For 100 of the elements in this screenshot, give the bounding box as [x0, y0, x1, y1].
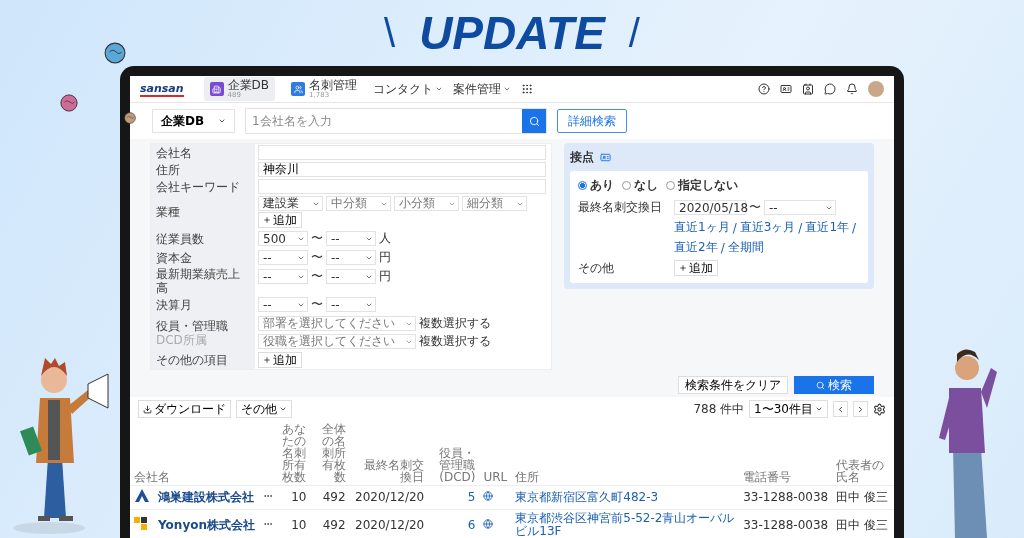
- text-field[interactable]: 神奈川: [258, 162, 546, 177]
- period-link[interactable]: 全期間: [727, 239, 764, 256]
- caret-icon: [218, 117, 227, 125]
- dropdown[interactable]: --: [258, 250, 308, 265]
- company-logo-icon: [134, 488, 150, 504]
- advanced-search-button[interactable]: 詳細検索: [557, 109, 628, 133]
- dropdown[interactable]: 役職を選択してください: [258, 334, 416, 349]
- planet-drawing: [60, 94, 78, 112]
- contact-card-icon[interactable]: [802, 83, 814, 95]
- column-header: 全体の名刺所有枚数: [321, 422, 346, 484]
- period-link[interactable]: 直近1年: [805, 219, 849, 236]
- plus-icon: [263, 356, 271, 364]
- dropdown[interactable]: --: [326, 231, 376, 246]
- add-button[interactable]: 追加: [258, 352, 302, 368]
- company-link[interactable]: 鴻巣建設株式会社: [158, 490, 254, 504]
- chevron-right-icon: [856, 404, 865, 414]
- chevron-left-icon: [836, 404, 845, 414]
- add-button[interactable]: 追加: [674, 260, 718, 276]
- logo: sansan: [140, 81, 184, 97]
- company-link[interactable]: Yonyon株式会社: [158, 517, 255, 532]
- tilde-text: 〜: [311, 230, 323, 247]
- tilde-text: 〜: [311, 296, 323, 313]
- plus-icon: [263, 216, 271, 224]
- condition-label: 従業員数: [156, 231, 205, 246]
- search-button[interactable]: 検索: [794, 376, 874, 394]
- search-field[interactable]: 1会社名を入力: [245, 108, 548, 134]
- column-header: URL: [483, 470, 508, 484]
- text-field[interactable]: [258, 145, 546, 160]
- company-logo-icon: [134, 516, 148, 531]
- globe-icon[interactable]: [483, 491, 494, 501]
- card-icon[interactable]: [780, 83, 792, 95]
- radio-option[interactable]: 指定しない: [666, 177, 738, 194]
- column-header: 役員・管理職(DCD): [439, 446, 476, 484]
- nav-menu[interactable]: コンタクト: [373, 80, 444, 98]
- condition-label: その他の項目: [156, 353, 229, 367]
- dropdown[interactable]: 小分類: [394, 196, 459, 211]
- dropdown[interactable]: --: [258, 297, 308, 312]
- table-cell: 田中 俊三: [836, 490, 888, 504]
- period-link[interactable]: 直近2年: [674, 239, 718, 256]
- dropdown[interactable]: 中分類: [326, 196, 391, 211]
- result-count: 788 件中: [693, 400, 745, 418]
- caret-icon: [503, 85, 512, 93]
- radio-option[interactable]: あり: [578, 177, 614, 194]
- table-cell: 10: [291, 490, 307, 504]
- column-header: 会社名: [134, 470, 170, 484]
- unit-text: 人: [379, 230, 391, 247]
- page-range-dropdown[interactable]: 1〜30件目: [749, 400, 828, 418]
- dropdown[interactable]: --: [326, 269, 376, 284]
- condition-label: 決算月: [156, 297, 193, 312]
- search-button[interactable]: [522, 109, 547, 133]
- help-icon[interactable]: [758, 83, 770, 95]
- radio-option[interactable]: なし: [622, 177, 658, 194]
- table-cell: 492: [322, 517, 346, 532]
- text-field[interactable]: [258, 179, 546, 194]
- apps-grid-icon[interactable]: [521, 83, 534, 95]
- planet-drawing: [124, 112, 136, 124]
- globe-icon[interactable]: [483, 518, 494, 529]
- separator-text: /: [732, 220, 737, 235]
- dropdown[interactable]: 500: [258, 231, 308, 246]
- condition-label: 役員・管理職: [156, 318, 229, 333]
- add-button[interactable]: 追加: [258, 212, 302, 228]
- bell-icon[interactable]: [846, 83, 858, 95]
- table-cell: 2020/12/20: [355, 490, 425, 504]
- more-dropdown[interactable]: その他: [236, 400, 292, 418]
- dropdown[interactable]: 部署を選択してください: [258, 316, 416, 331]
- unit-text: 円: [379, 249, 391, 266]
- clear-button[interactable]: 検索条件をクリア: [678, 376, 788, 394]
- field-label: 最終名刺交換日: [578, 199, 663, 216]
- address-link[interactable]: 東京都新宿区富久町482-3: [515, 491, 736, 504]
- dropdown[interactable]: --: [326, 250, 376, 265]
- panel-title: 接点: [570, 149, 594, 166]
- date-dropdown[interactable]: 2020/05/18: [674, 200, 746, 215]
- column-header: あなたの名刺所有枚数: [282, 422, 307, 484]
- table-cell: 33-1288-0038: [743, 490, 829, 504]
- dropdown[interactable]: --: [326, 297, 376, 312]
- download-button[interactable]: ダウンロード: [138, 400, 231, 418]
- table-cell: 5: [467, 490, 476, 504]
- card-icon: [600, 152, 611, 163]
- table-cell: 6: [467, 517, 476, 532]
- plus-icon: [679, 264, 687, 272]
- nav-menu[interactable]: 案件管理: [453, 80, 512, 98]
- date-dropdown[interactable]: --: [764, 200, 836, 215]
- period-link[interactable]: 直近3ヶ月: [739, 219, 796, 236]
- column-header: 住所: [515, 470, 540, 484]
- condition-label: 会社キーワード: [156, 179, 241, 194]
- period-link[interactable]: 直近1ヶ月: [674, 219, 730, 236]
- separator-text: /: [798, 220, 803, 235]
- dropdown[interactable]: --: [258, 269, 308, 284]
- dropdown[interactable]: 建設業: [258, 196, 323, 211]
- caret-icon: [815, 405, 823, 413]
- address-link[interactable]: 東京都渋谷区神宮前5-52-2青山オーバルビル13F: [515, 512, 736, 538]
- table-cell: 2020/12/20: [355, 517, 425, 532]
- scope-dropdown[interactable]: 企業DB: [152, 109, 236, 133]
- tilde-text: 〜: [311, 268, 323, 285]
- settings-icon[interactable]: [873, 402, 886, 416]
- dropdown[interactable]: 細分類: [462, 196, 527, 211]
- caret-icon: [435, 85, 444, 93]
- chat-icon[interactable]: [824, 83, 836, 95]
- tilde-text: 〜: [311, 249, 323, 266]
- condition-label: 会社名: [156, 145, 193, 160]
